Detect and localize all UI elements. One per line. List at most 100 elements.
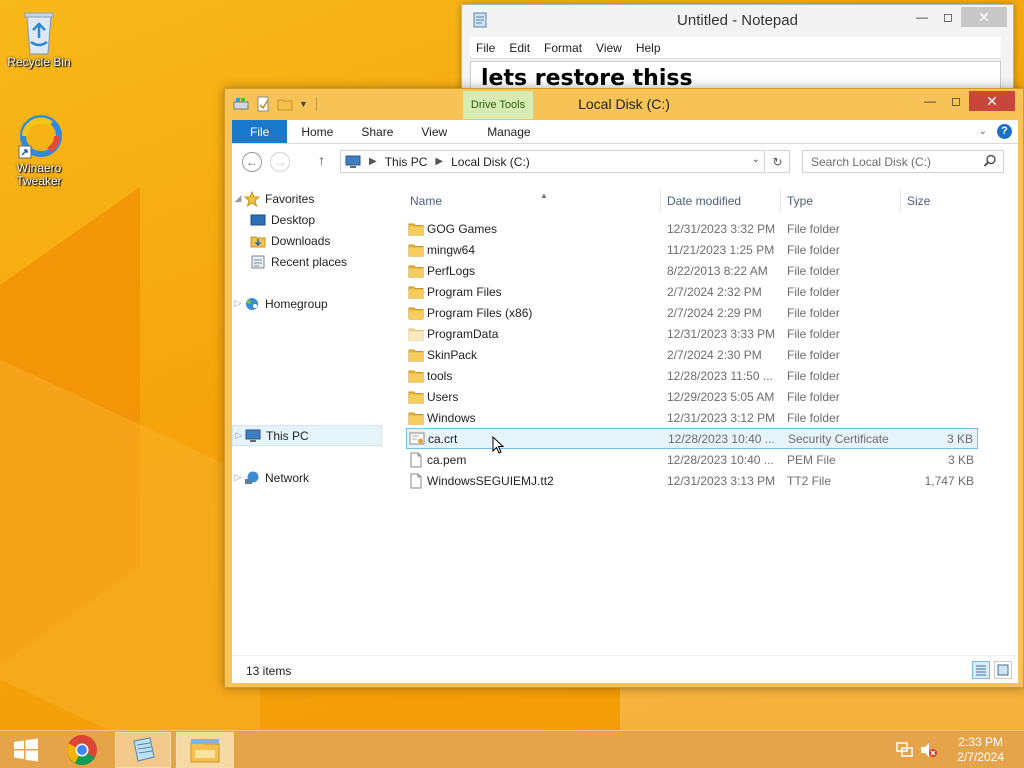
- table-row[interactable]: ProgramData 12/31/2023 3:33 PM File folder: [406, 323, 978, 344]
- windows-logo-icon: [14, 738, 38, 762]
- table-row[interactable]: SkinPack 2/7/2024 2:30 PM File folder: [406, 344, 978, 365]
- nav-this-pc[interactable]: ▷ This PC: [232, 425, 382, 446]
- file-date-modified: 12/29/2023 5:05 AM: [667, 389, 775, 404]
- column-header-name[interactable]: Name ▲: [410, 190, 660, 212]
- column-header-date[interactable]: Date modified: [660, 190, 780, 212]
- address-bar[interactable]: ▶ This PC ▶ Local Disk (C:) ⌄: [340, 150, 765, 173]
- table-row[interactable]: Windows 12/31/2023 3:12 PM File folder: [406, 407, 978, 428]
- explorer-title: Local Disk (C:): [578, 96, 670, 112]
- breadcrumb-local-disk[interactable]: Local Disk (C:): [451, 155, 530, 169]
- back-button[interactable]: ←: [242, 152, 262, 172]
- file-date-modified: 12/28/2023 10:40 ...: [667, 452, 774, 467]
- table-row[interactable]: WindowsSEGUIEMJ.tt2 12/31/2023 3:13 PM TT2…: [406, 470, 978, 491]
- tab-manage[interactable]: Manage: [461, 120, 544, 143]
- tab-file[interactable]: File: [232, 120, 288, 143]
- refresh-button[interactable]: ↻: [766, 150, 790, 173]
- expand-icon[interactable]: ▷: [232, 298, 244, 309]
- menu-help[interactable]: Help: [636, 41, 661, 55]
- file-type: File folder: [787, 221, 840, 236]
- file-date-modified: 12/28/2023 11:50 ...: [667, 368, 773, 383]
- item-count: 13 items: [246, 664, 292, 678]
- file-icon: [408, 473, 424, 489]
- folder-icon: [408, 305, 424, 321]
- taskbar-chrome[interactable]: [58, 732, 106, 768]
- folder-icon: [408, 263, 424, 279]
- maximize-button[interactable]: ◻: [935, 7, 961, 27]
- table-row[interactable]: Program Files 2/7/2024 2:32 PM File folder: [406, 281, 978, 302]
- start-button[interactable]: [6, 732, 46, 768]
- volume-muted-icon[interactable]: [920, 742, 938, 758]
- menu-file[interactable]: File: [476, 41, 495, 55]
- taskbar-notepad[interactable]: [115, 732, 171, 768]
- desktop-icon-recycle-bin[interactable]: Recycle Bin: [1, 8, 77, 69]
- expand-icon[interactable]: ▷: [233, 430, 245, 441]
- large-icons-view-button[interactable]: [994, 661, 1012, 679]
- taskbar: 2:33 PM 2/7/2024: [0, 730, 1024, 768]
- breadcrumb-separator[interactable]: ▶: [369, 156, 377, 167]
- folder-icon: [408, 389, 424, 405]
- explorer-titlebar[interactable]: ▼ Drive Tools Local Disk (C:) — ◻ ✕: [225, 89, 1023, 119]
- file-name: tools: [427, 368, 453, 383]
- table-row[interactable]: PerfLogs 8/22/2013 8:22 AM File folder: [406, 260, 978, 281]
- nav-label: Homegroup: [265, 296, 328, 311]
- nav-network[interactable]: ▷ Network: [232, 467, 309, 488]
- menu-format[interactable]: Format: [544, 41, 582, 55]
- tab-view[interactable]: View: [407, 120, 461, 143]
- table-row[interactable]: tools 12/28/2023 11:50 ... File folder: [406, 365, 978, 386]
- column-header-label: Type: [787, 194, 814, 208]
- file-icon: [408, 452, 424, 468]
- search-input[interactable]: [803, 151, 973, 172]
- minimize-button[interactable]: —: [917, 91, 943, 111]
- details-view-button[interactable]: [972, 661, 990, 679]
- file-name: GOG Games: [427, 221, 498, 236]
- column-header-label: Size: [907, 194, 931, 208]
- notepad-window[interactable]: Untitled - Notepad — ◻ ✕ File Edit Forma…: [461, 4, 1014, 94]
- minimize-button[interactable]: —: [909, 7, 935, 27]
- nav-recent-places[interactable]: Recent places: [250, 251, 347, 272]
- table-row[interactable]: Users 12/29/2023 5:05 AM File folder: [406, 386, 978, 407]
- nav-desktop[interactable]: Desktop: [250, 209, 315, 230]
- collapse-icon[interactable]: ◢: [232, 193, 244, 204]
- column-header-size[interactable]: Size: [900, 190, 980, 212]
- table-row[interactable]: Program Files (x86) 2/7/2024 2:29 PM File …: [406, 302, 978, 323]
- maximize-button[interactable]: ◻: [943, 91, 969, 111]
- desktop-icon-winaero-tweaker[interactable]: Winaero Tweaker: [1, 114, 77, 188]
- tab-home[interactable]: Home: [287, 120, 347, 143]
- menu-view[interactable]: View: [596, 41, 622, 55]
- breadcrumb-this-pc[interactable]: This PC: [385, 155, 428, 169]
- help-icon[interactable]: ?: [997, 124, 1012, 139]
- clock-date: 2/7/2024: [957, 750, 1004, 764]
- explorer-content: ◢ Favorites Desktop Downloads Recent pla…: [232, 178, 1018, 655]
- network-tray-icon[interactable]: [896, 742, 914, 758]
- up-button[interactable]: ↑: [318, 152, 325, 168]
- homegroup-icon: [246, 297, 258, 310]
- explorer-window[interactable]: ▼ Drive Tools Local Disk (C:) — ◻ ✕ File…: [224, 88, 1024, 688]
- expand-ribbon-icon[interactable]: ⌄: [979, 126, 987, 137]
- table-row[interactable]: GOG Games 12/31/2023 3:32 PM File folder: [406, 218, 978, 239]
- winaero-tweaker-icon: [17, 114, 62, 159]
- expand-icon[interactable]: ▷: [232, 472, 244, 483]
- search-icon[interactable]: [983, 154, 997, 168]
- taskbar-file-explorer[interactable]: [176, 732, 234, 768]
- menu-edit[interactable]: Edit: [509, 41, 530, 55]
- breadcrumb-separator[interactable]: ▶: [435, 156, 443, 167]
- file-name: WindowsSEGUIEMJ.tt2: [427, 473, 554, 488]
- clock[interactable]: 2:33 PM 2/7/2024: [957, 735, 1004, 765]
- file-date-modified: 2/7/2024 2:29 PM: [667, 305, 762, 320]
- address-dropdown-icon[interactable]: ⌄: [752, 154, 760, 165]
- search-box[interactable]: [802, 150, 1004, 173]
- nav-homegroup[interactable]: ▷ Homegroup: [232, 293, 328, 314]
- file-type: TT2 File: [787, 473, 832, 488]
- table-row[interactable]: mingw64 11/21/2023 1:25 PM File folder: [406, 239, 978, 260]
- tab-share[interactable]: Share: [347, 120, 407, 143]
- file-date-modified: 12/31/2023 3:13 PM: [667, 473, 776, 488]
- file-name: PerfLogs: [427, 263, 476, 278]
- column-header-type[interactable]: Type: [780, 190, 900, 212]
- close-button[interactable]: ✕: [961, 7, 1007, 27]
- notepad-titlebar[interactable]: Untitled - Notepad — ◻ ✕: [462, 5, 1013, 35]
- forward-button[interactable]: →: [270, 152, 290, 172]
- nav-downloads[interactable]: Downloads: [250, 230, 330, 251]
- close-button[interactable]: ✕: [969, 91, 1015, 111]
- nav-favorites[interactable]: ◢ Favorites: [232, 188, 314, 209]
- file-name: Program Files (x86): [427, 305, 533, 320]
